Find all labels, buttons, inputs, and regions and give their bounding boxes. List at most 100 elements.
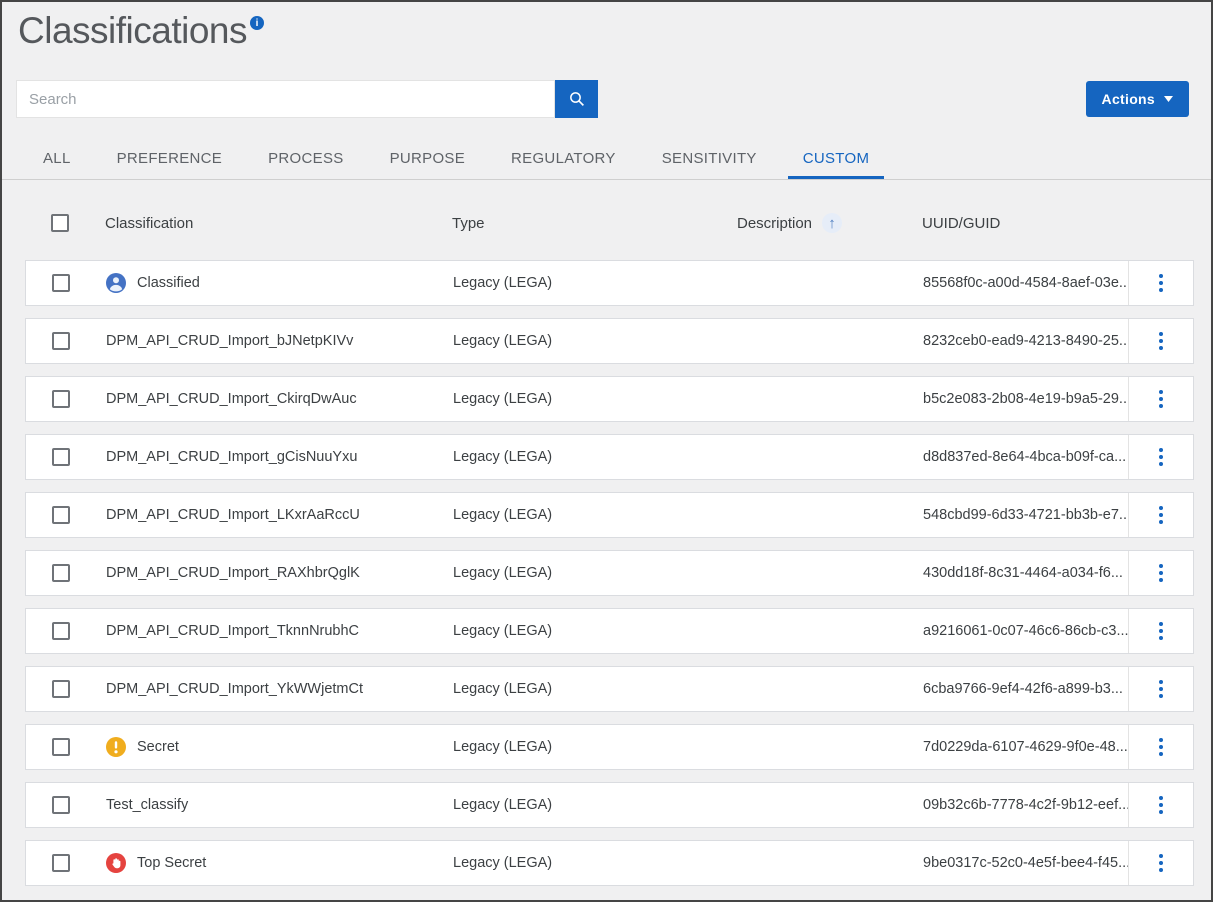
row-menu-button[interactable] [1128, 377, 1193, 421]
row-menu-button[interactable] [1128, 435, 1193, 479]
row-checkbox[interactable] [52, 854, 70, 872]
row-name: DPM_API_CRUD_Import_bJNetpKIVv [106, 333, 353, 349]
row-uuid: 8232ceb0-ead9-4213-8490-25... [923, 333, 1128, 349]
column-header-type[interactable]: Type [452, 215, 485, 232]
row-name: DPM_API_CRUD_Import_LKxrAaRccU [106, 507, 360, 523]
row-menu-button[interactable] [1128, 667, 1193, 711]
row-uuid: b5c2e083-2b08-4e19-b9a5-29... [923, 391, 1128, 407]
row-checkbox[interactable] [52, 622, 70, 640]
row-checkbox-cell [26, 564, 106, 582]
chevron-down-icon [1164, 96, 1173, 102]
row-checkbox-cell [26, 854, 106, 872]
row-menu-button[interactable] [1128, 551, 1193, 595]
row-type: Legacy (LEGA) [453, 797, 738, 813]
row-checkbox-cell [26, 622, 106, 640]
row-checkbox[interactable] [52, 390, 70, 408]
table-row[interactable]: Classified Legacy (LEGA) 85568f0c-a00d-4… [25, 260, 1194, 306]
row-checkbox[interactable] [52, 680, 70, 698]
kebab-menu-icon [1153, 500, 1169, 530]
row-menu-button[interactable] [1128, 319, 1193, 363]
tab-purpose[interactable]: PURPOSE [375, 140, 480, 179]
row-menu-button[interactable] [1128, 725, 1193, 769]
page-title: Classifications [18, 10, 247, 51]
kebab-menu-icon [1153, 268, 1169, 298]
row-type: Legacy (LEGA) [453, 855, 738, 871]
row-checkbox-cell [26, 738, 106, 756]
row-name: Top Secret [137, 855, 206, 871]
table-row[interactable]: DPM_API_CRUD_Import_gCisNuuYxu Legacy (L… [25, 434, 1194, 480]
row-uuid: 9be0317c-52c0-4e5f-bee4-f45... [923, 855, 1128, 871]
table-row[interactable]: DPM_API_CRUD_Import_bJNetpKIVv Legacy (L… [25, 318, 1194, 364]
column-header-description[interactable]: Description [737, 215, 812, 232]
table-row[interactable]: Secret Legacy (LEGA) 7d0229da-6107-4629-… [25, 724, 1194, 770]
row-uuid: 430dd18f-8c31-4464-a034-f6... [923, 565, 1128, 581]
tab-all[interactable]: ALL [28, 140, 86, 179]
row-checkbox[interactable] [52, 738, 70, 756]
kebab-menu-icon [1153, 442, 1169, 472]
table-row[interactable]: Test_classify Legacy (LEGA) 09b32c6b-777… [25, 782, 1194, 828]
row-name: Test_classify [106, 797, 188, 813]
table-row[interactable]: DPM_API_CRUD_Import_RAXhbrQglK Legacy (L… [25, 550, 1194, 596]
select-all-checkbox[interactable] [51, 214, 69, 232]
sort-ascending-icon[interactable]: ↑ [822, 213, 842, 233]
row-uuid: a9216061-0c07-46c6-86cb-c3... [923, 623, 1128, 639]
row-type: Legacy (LEGA) [453, 681, 738, 697]
row-name: Secret [137, 739, 179, 755]
row-type: Legacy (LEGA) [453, 739, 738, 755]
row-type: Legacy (LEGA) [453, 449, 738, 465]
toolbar: Actions [16, 80, 1189, 118]
info-icon[interactable]: i [250, 16, 264, 30]
row-checkbox[interactable] [52, 564, 70, 582]
search-input[interactable] [16, 80, 555, 118]
row-name: DPM_API_CRUD_Import_TknnNrubhC [106, 623, 359, 639]
tab-preference[interactable]: PREFERENCE [102, 140, 238, 179]
row-menu-button[interactable] [1128, 609, 1193, 653]
row-menu-button[interactable] [1128, 783, 1193, 827]
table-row[interactable]: DPM_API_CRUD_Import_CkirqDwAuc Legacy (L… [25, 376, 1194, 422]
table-row[interactable]: DPM_API_CRUD_Import_YkWWjetmCt Legacy (L… [25, 666, 1194, 712]
row-uuid: 6cba9766-9ef4-42f6-a899-b3... [923, 681, 1128, 697]
tab-custom[interactable]: CUSTOM [788, 140, 885, 179]
row-checkbox[interactable] [52, 448, 70, 466]
row-checkbox-cell [26, 390, 106, 408]
row-checkbox[interactable] [52, 796, 70, 814]
stop-hand-icon [106, 853, 126, 873]
kebab-menu-icon [1153, 558, 1169, 588]
row-menu-button[interactable] [1128, 841, 1193, 885]
row-uuid: 548cbd99-6d33-4721-bb3b-e7... [923, 507, 1128, 523]
row-type: Legacy (LEGA) [453, 391, 738, 407]
row-checkbox-cell [26, 274, 106, 292]
kebab-menu-icon [1153, 616, 1169, 646]
row-checkbox[interactable] [52, 274, 70, 292]
column-header-uuid[interactable]: UUID/GUID [922, 215, 1000, 232]
row-uuid: 7d0229da-6107-4629-9f0e-48... [923, 739, 1128, 755]
actions-button[interactable]: Actions [1086, 81, 1189, 117]
tab-bar: ALL PREFERENCE PROCESS PURPOSE REGULATORY SEN… [2, 140, 1211, 180]
search-button[interactable] [555, 80, 598, 118]
row-name: DPM_API_CRUD_Import_RAXhbrQglK [106, 565, 360, 581]
search-icon [568, 90, 586, 108]
kebab-menu-icon [1153, 384, 1169, 414]
tab-regulatory[interactable]: REGULATORY [496, 140, 631, 179]
row-type: Legacy (LEGA) [453, 623, 738, 639]
kebab-menu-icon [1153, 326, 1169, 356]
kebab-menu-icon [1153, 674, 1169, 704]
table-row[interactable]: DPM_API_CRUD_Import_LKxrAaRccU Legacy (L… [25, 492, 1194, 538]
row-uuid: 85568f0c-a00d-4584-8aef-03e... [923, 275, 1128, 291]
table-row[interactable]: DPM_API_CRUD_Import_TknnNrubhC Legacy (L… [25, 608, 1194, 654]
row-checkbox-cell [26, 448, 106, 466]
row-menu-button[interactable] [1128, 261, 1193, 305]
tab-process[interactable]: PROCESS [253, 140, 358, 179]
row-checkbox[interactable] [52, 332, 70, 350]
column-header-classification[interactable]: Classification [105, 215, 193, 232]
tab-sensitivity[interactable]: SENSITIVITY [647, 140, 772, 179]
table-row[interactable]: Top Secret Legacy (LEGA) 9be0317c-52c0-4… [25, 840, 1194, 886]
row-name: Classified [137, 275, 200, 291]
table-body: Classified Legacy (LEGA) 85568f0c-a00d-4… [2, 260, 1211, 886]
row-checkbox[interactable] [52, 506, 70, 524]
warning-icon [106, 737, 126, 757]
classifications-page: Classificationsi Actions ALL PREFERENCE PR… [0, 0, 1213, 902]
row-menu-button[interactable] [1128, 493, 1193, 537]
search-box [16, 80, 598, 118]
page-header: Classificationsi [2, 2, 1211, 66]
